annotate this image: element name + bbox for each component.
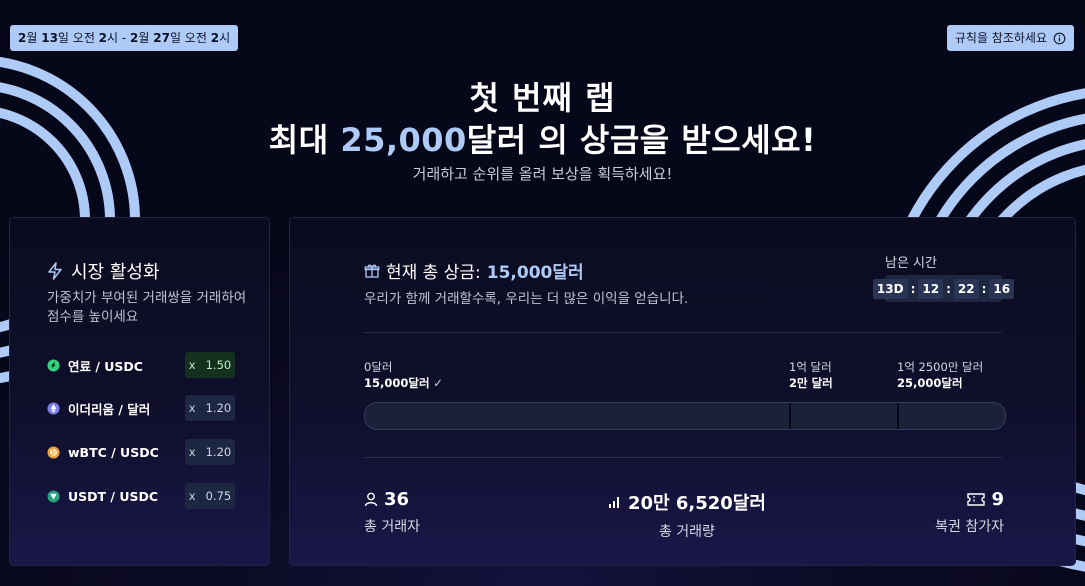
timer-hours: 12 [918, 278, 944, 299]
multiplier-badge: x 0.75 [185, 483, 235, 509]
info-icon [1053, 32, 1066, 44]
milestone-0: 0달러 15,000달러 ✓ [364, 359, 443, 391]
hero-prize: 최대 25,000달러 의 상금을 받으세요! [268, 121, 817, 159]
stat-value: 20만 6,520달러 [628, 493, 766, 514]
timer-separator: : [946, 281, 951, 296]
prize-pool-card: 현재 총 상금: 15,000달러 우리가 함께 거래할수록, 우리는 더 많은… [289, 217, 1076, 566]
event-date-range: 2월 13일 오전 2시 - 2월 27일 오전 2시 [10, 25, 239, 51]
rules-label: 규칙을 참조하세요 [954, 31, 1047, 45]
milestone-prize: 2만 달러 [789, 376, 833, 390]
multiplier-badge: x 1.20 [185, 439, 235, 465]
hero-title: 첫 번째 랩 [469, 79, 616, 117]
milestone-1: 1억 달러 2만 달러 [789, 359, 833, 391]
user-icon [364, 492, 378, 507]
milestone-volume: 1억 2500만 달러 [897, 360, 984, 374]
hero-subtitle: 거래하고 순위를 올려 보상을 획득하세요! [412, 165, 673, 183]
stat-total-traders: 36 총 거래자 [364, 489, 420, 536]
gift-icon [364, 264, 380, 278]
bitcoin-icon: ₿ [47, 445, 60, 459]
lightning-icon [48, 262, 62, 280]
ethereum-icon [47, 401, 60, 415]
stat-label: 복권 참가자 [935, 519, 1004, 535]
milestone-prize: 25,000달러 [897, 376, 963, 390]
stat-label: 총 거래량 [658, 524, 715, 540]
pair-name: 이더리움 / 달러 [68, 401, 151, 417]
timer-separator: : [981, 281, 987, 296]
rules-button[interactable]: 규칙을 참조하세요 [946, 25, 1074, 51]
multiplier-badge: x 1.20 [185, 395, 235, 421]
timer-minutes: 22 [953, 278, 979, 299]
stat-value: 36 [384, 489, 410, 510]
stat-label: 총 거래자 [364, 519, 420, 535]
timer-separator: : [910, 281, 916, 296]
prize-amount: 25,000 [340, 121, 467, 159]
pair-row-eth-usd[interactable]: 이더리움 / 달러 x 1.20 [47, 395, 235, 421]
prize-pool-label: 현재 총 상금: [386, 263, 481, 283]
pair-name: 연료 / USDC [68, 358, 143, 374]
market-activation-card: 시장 활성화 가중치가 부여된 거래쌍을 거래하여 점수를 높이세요 연료 / … [9, 217, 270, 566]
prize-progress-bar [364, 402, 1006, 430]
prize-pool-description: 우리가 함께 거래할수록, 우리는 더 많은 이익을 얻습니다. [364, 291, 689, 307]
progress-segment-divider [789, 403, 791, 429]
countdown-timer: 13D: 12: 22: 16 [872, 275, 1015, 302]
ticket-icon [967, 493, 986, 506]
stat-lottery-participants: 9 복권 참가자 [930, 489, 1004, 536]
pair-name: USDT / USDC [68, 488, 159, 504]
stat-total-volume: 20만 6,520달러 총 거래량 [608, 489, 766, 541]
pair-row-wbtc-usdc[interactable]: ₿ wBTC / USDC x 1.20 [47, 439, 235, 465]
pair-row-fuel-usdc[interactable]: 연료 / USDC x 1.50 [47, 352, 235, 378]
milestone-volume: 0달러 [364, 360, 393, 374]
check-icon: ✓ [433, 376, 443, 390]
progress-segment-divider [897, 403, 899, 429]
milestone-volume: 1억 달러 [789, 360, 832, 374]
divider [364, 457, 1002, 458]
multiplier-badge: x 1.50 [185, 352, 235, 378]
timer-seconds: 16 [989, 278, 1015, 299]
pair-row-usdt-usdc[interactable]: USDT / USDC x 0.75 [47, 483, 235, 509]
milestone-2: 1억 2500만 달러 25,000달러 [897, 359, 983, 391]
pair-name: wBTC / USDC [68, 444, 159, 460]
timer-days: 13D [872, 278, 908, 299]
divider [364, 332, 1002, 333]
market-activation-description: 가중치가 부여된 거래쌍을 거래하여 점수를 높이세요 [47, 290, 247, 325]
fuel-coin-icon [47, 358, 60, 372]
market-activation-title: 시장 활성화 [71, 262, 160, 283]
prize-pool-header: 현재 총 상금: 15,000달러 [364, 258, 584, 283]
stat-value: 9 [991, 489, 1004, 510]
prize-pool-amount: 15,000달러 [486, 263, 584, 283]
svg-text:₿: ₿ [51, 449, 56, 456]
milestone-prize: 15,000달러 [364, 376, 430, 390]
remaining-time-label: 남은 시간 [885, 256, 937, 271]
tether-icon [47, 489, 60, 503]
market-activation-header: 시장 활성화 [47, 258, 160, 284]
bar-chart-icon [609, 497, 619, 508]
